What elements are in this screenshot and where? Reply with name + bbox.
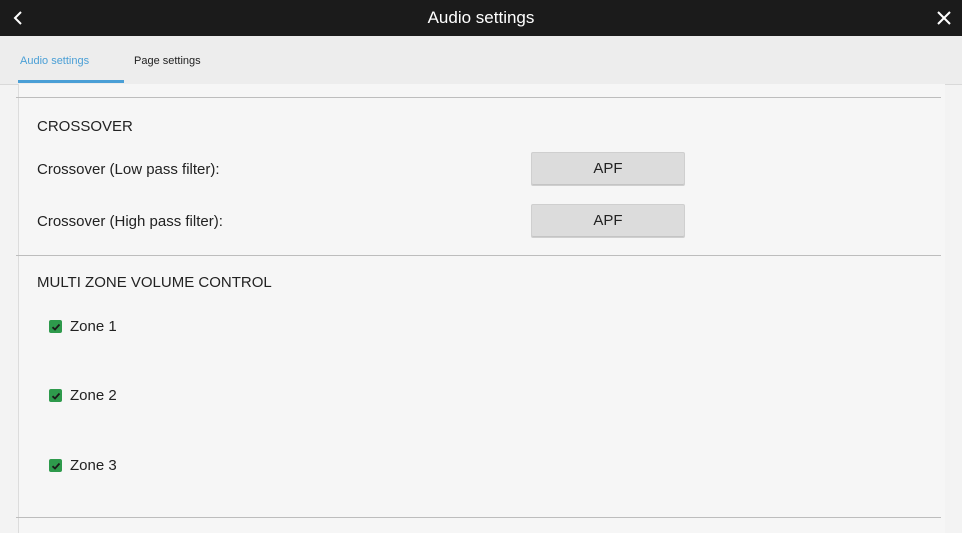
zone-label: Zone 3 [70,457,117,474]
section-divider [16,517,941,518]
settings-panel [18,84,945,533]
zone-label: Zone 1 [70,318,117,335]
zone-2-checkbox-row[interactable]: Zone 2 [49,387,117,404]
tab-bar: Audio settings Page settings [0,36,962,85]
zone-label: Zone 2 [70,387,117,404]
checkbox[interactable] [49,459,62,472]
crossover-high-label: Crossover (High pass filter): [37,213,223,230]
title-bar: Audio settings [0,0,962,36]
checkbox[interactable] [49,389,62,402]
crossover-low-label: Crossover (Low pass filter): [37,161,220,178]
zone-1-checkbox-row[interactable]: Zone 1 [49,318,117,335]
checkmark-icon [51,392,60,400]
checkmark-icon [51,323,60,331]
checkmark-icon [51,462,60,470]
active-tab-indicator [18,80,124,83]
tab-audio-settings[interactable]: Audio settings [20,50,89,72]
crossover-low-button[interactable]: APF [531,152,685,186]
zone-3-checkbox-row[interactable]: Zone 3 [49,457,117,474]
page-title: Audio settings [427,8,535,27]
crossover-heading: CROSSOVER [37,118,133,135]
checkbox[interactable] [49,320,62,333]
crossover-high-button[interactable]: APF [531,204,685,238]
multizone-heading: MULTI ZONE VOLUME CONTROL [37,274,272,291]
section-divider [16,255,941,256]
tab-page-settings[interactable]: Page settings [134,50,201,72]
section-divider [16,97,941,98]
close-button[interactable] [932,5,956,31]
close-icon [937,11,951,25]
